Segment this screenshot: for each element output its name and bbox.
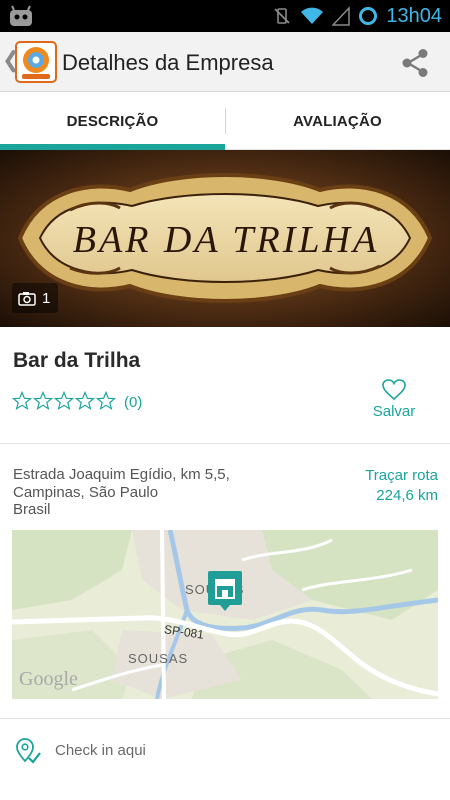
photo-count: 1 bbox=[42, 289, 51, 307]
route-link[interactable]: Traçar rota 224,6 km bbox=[365, 466, 438, 506]
checkin-label: Check in aqui bbox=[55, 742, 146, 759]
app-logo-icon[interactable] bbox=[15, 41, 57, 83]
rating-count: (0) bbox=[124, 394, 143, 411]
store-marker-icon[interactable] bbox=[206, 569, 244, 615]
circle-ring-icon bbox=[359, 7, 378, 25]
heart-outline-icon bbox=[382, 379, 406, 401]
business-photo[interactable]: BAR DA TRILHA bbox=[0, 150, 450, 327]
checkin-button[interactable]: Check in aqui bbox=[0, 718, 450, 782]
android-robot-icon bbox=[10, 5, 32, 26]
star-icon bbox=[33, 391, 53, 411]
wifi-icon bbox=[301, 7, 324, 24]
address-line-1: Estrada Joaquim Egídio, km 5,5, bbox=[13, 466, 230, 483]
tab-bar: DESCRIÇÃO AVALIAÇÃO bbox=[0, 92, 450, 150]
save-label: Salvar bbox=[372, 403, 416, 420]
tab-descricao[interactable]: DESCRIÇÃO bbox=[0, 92, 225, 150]
camera-icon bbox=[18, 291, 36, 306]
sign-text: BAR DA TRILHA bbox=[73, 219, 379, 261]
status-bar: 13h04 bbox=[0, 0, 450, 32]
address-line-3: Brasil bbox=[13, 501, 51, 518]
action-bar: ❮ Detalhes da Empresa bbox=[0, 32, 450, 92]
route-distance: 224,6 km bbox=[376, 487, 438, 504]
bottom-spacer bbox=[0, 782, 450, 800]
address-line-2: Campinas, São Paulo bbox=[13, 484, 159, 501]
signal-icon bbox=[332, 6, 351, 26]
page-title: Detalhes da Empresa bbox=[62, 50, 274, 75]
photo-count-badge[interactable]: 1 bbox=[12, 283, 59, 313]
tab-avaliacao[interactable]: AVALIAÇÃO bbox=[225, 92, 450, 150]
business-info: Bar da Trilha (0) Salvar bbox=[0, 327, 450, 444]
vibrate-off-icon bbox=[274, 8, 291, 24]
save-button[interactable]: Salvar bbox=[364, 379, 424, 429]
bar-sign-illustration: BAR DA TRILHA bbox=[0, 150, 450, 327]
share-icon[interactable] bbox=[398, 46, 432, 80]
star-icon bbox=[75, 391, 95, 411]
star-icon bbox=[12, 391, 32, 411]
address-section: Estrada Joaquim Egídio, km 5,5, Campinas… bbox=[0, 444, 450, 718]
star-icon bbox=[96, 391, 116, 411]
star-icon bbox=[54, 391, 74, 411]
google-watermark: Google bbox=[19, 668, 78, 690]
rating-stars[interactable] bbox=[12, 391, 116, 411]
clock-time: 13h04 bbox=[386, 4, 442, 27]
checkin-pin-icon bbox=[16, 738, 41, 764]
location-map[interactable]: SOUZAS SP-081 SOUSAS Google bbox=[12, 530, 438, 699]
map-label-sousas: SOUSAS bbox=[128, 651, 189, 666]
route-label: Traçar rota bbox=[365, 467, 438, 484]
business-name: Bar da Trilha bbox=[13, 349, 141, 372]
